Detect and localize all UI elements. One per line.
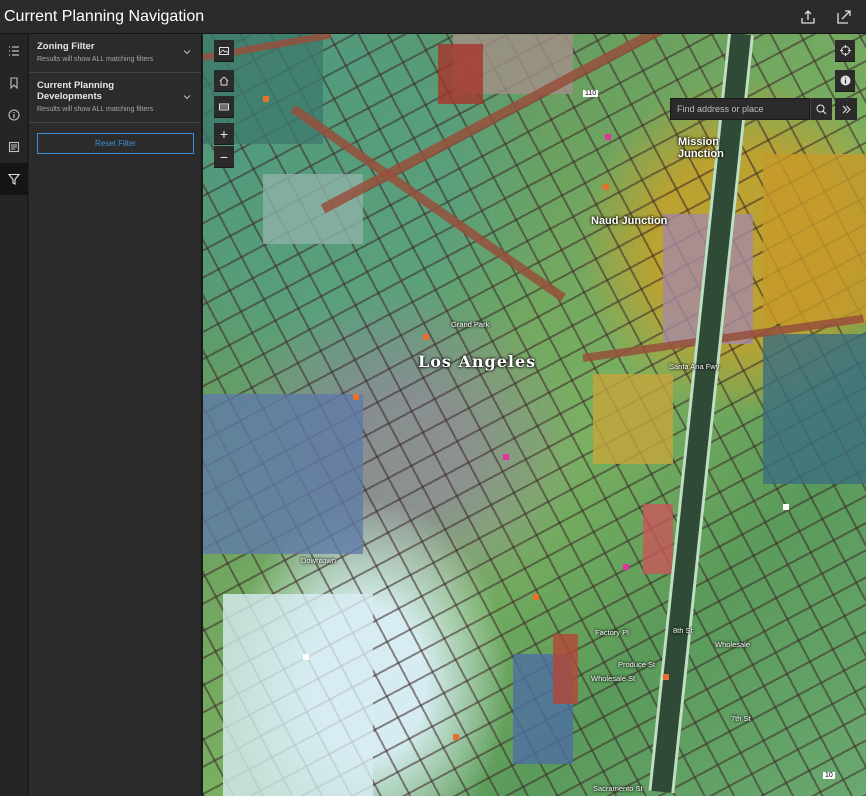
map-label-8th-st: 8th St (673, 626, 693, 635)
map-view[interactable]: Los Angeles Naud Junction Mission Juncti… (203, 34, 866, 796)
share-button[interactable] (792, 1, 824, 33)
map-parcel (438, 44, 483, 104)
search-button[interactable] (810, 98, 832, 120)
development-pin (783, 504, 789, 510)
zoning-filter-subtitle: Results will show ALL matching filters (37, 56, 154, 63)
map-parcel (593, 374, 673, 464)
map-info-button[interactable] (835, 70, 855, 92)
plus-icon: + (219, 125, 229, 142)
zoning-filter-title: Zoning Filter (37, 41, 95, 52)
bookmark-icon (10, 77, 18, 89)
highway-shield-10: 10 (823, 772, 835, 779)
basemap-toggle-button[interactable] (214, 40, 234, 62)
layers-icon (219, 103, 229, 110)
development-pin (533, 594, 539, 600)
legend-button[interactable] (0, 131, 28, 163)
development-pin (663, 674, 669, 680)
development-pin (353, 394, 359, 400)
map-label-city: Los Angeles (418, 352, 537, 371)
development-pin (503, 454, 509, 460)
zoom-out-button[interactable]: − (214, 146, 234, 168)
filter-icon (8, 173, 20, 185)
app-title: Current Planning Navigation (4, 7, 205, 25)
development-pin (453, 734, 459, 740)
layers-button[interactable] (0, 35, 28, 67)
development-pin (263, 96, 269, 102)
minus-icon: − (219, 148, 229, 165)
map-parcel (223, 594, 373, 796)
action-rail (0, 34, 28, 796)
developments-filter-title: Current Planning Developments (37, 80, 115, 102)
zoom-in-button[interactable]: + (214, 123, 234, 145)
development-pin (303, 654, 309, 660)
filter-panel: Zoning Filter Results will show ALL matc… (29, 34, 202, 796)
map-parcel (553, 634, 578, 704)
export-button[interactable] (828, 1, 860, 33)
home-icon (219, 75, 229, 85)
share-icon (801, 9, 815, 24)
developments-filter-section[interactable]: Current Planning Developments Results wi… (29, 73, 201, 123)
app-header: Current Planning Navigation (0, 0, 866, 34)
home-button[interactable] (214, 70, 234, 92)
reset-filter-button[interactable]: Reset Filter (37, 133, 194, 154)
info-icon (8, 109, 20, 121)
legend-icon (8, 141, 20, 153)
chevron-down-icon[interactable] (183, 48, 191, 56)
bookmarks-button[interactable] (0, 67, 28, 99)
development-pin (605, 134, 611, 140)
map-label-grand-park: Grand Park (451, 320, 490, 329)
map-parcel (763, 154, 866, 324)
crosshair-icon (839, 45, 851, 56)
development-pin (423, 334, 429, 340)
locate-button[interactable] (835, 40, 855, 62)
info-icon (840, 75, 850, 86)
info-button[interactable] (0, 99, 28, 131)
map-label-wholesale: Wholesale (715, 640, 751, 649)
chevron-down-icon[interactable] (183, 93, 191, 101)
map-label-mission-junction: Mission Junction (678, 136, 724, 160)
layer-list-button[interactable] (214, 96, 234, 118)
image-icon (219, 46, 229, 55)
map-label-produce-st: Produce St (618, 660, 656, 669)
map-label-factory-pl: Factory Pl (595, 628, 629, 637)
search-box (670, 98, 810, 120)
map-label-santa-ana-fwy: Santa Ana Fwy (669, 362, 720, 371)
search-icon (816, 103, 827, 114)
map-parcel (643, 504, 673, 574)
map-label-naud-junction: Naud Junction (591, 215, 668, 227)
map-label-wholesale-st: Wholesale St (591, 674, 636, 683)
map-parcel (763, 334, 866, 484)
expand-button[interactable] (835, 98, 857, 120)
filter-button[interactable] (0, 163, 28, 195)
map-label-7th-st: 7th St (731, 714, 751, 723)
export-icon (837, 9, 851, 24)
chevrons-right-icon (842, 105, 851, 113)
map-parcel (263, 174, 363, 244)
development-pin (623, 564, 629, 570)
map-label-downtown: Downtown (301, 556, 337, 565)
zoning-filter-section[interactable]: Zoning Filter Results will show ALL matc… (29, 34, 201, 73)
map-parcel (203, 394, 363, 554)
highway-shield-110: 110 (583, 90, 599, 97)
search-input[interactable] (671, 99, 809, 119)
list-icon (9, 46, 19, 56)
map-label-sacramento-st: Sacramento St (593, 784, 643, 793)
developments-filter-subtitle: Results will show ALL matching filters (37, 106, 154, 113)
development-pin (603, 184, 609, 190)
